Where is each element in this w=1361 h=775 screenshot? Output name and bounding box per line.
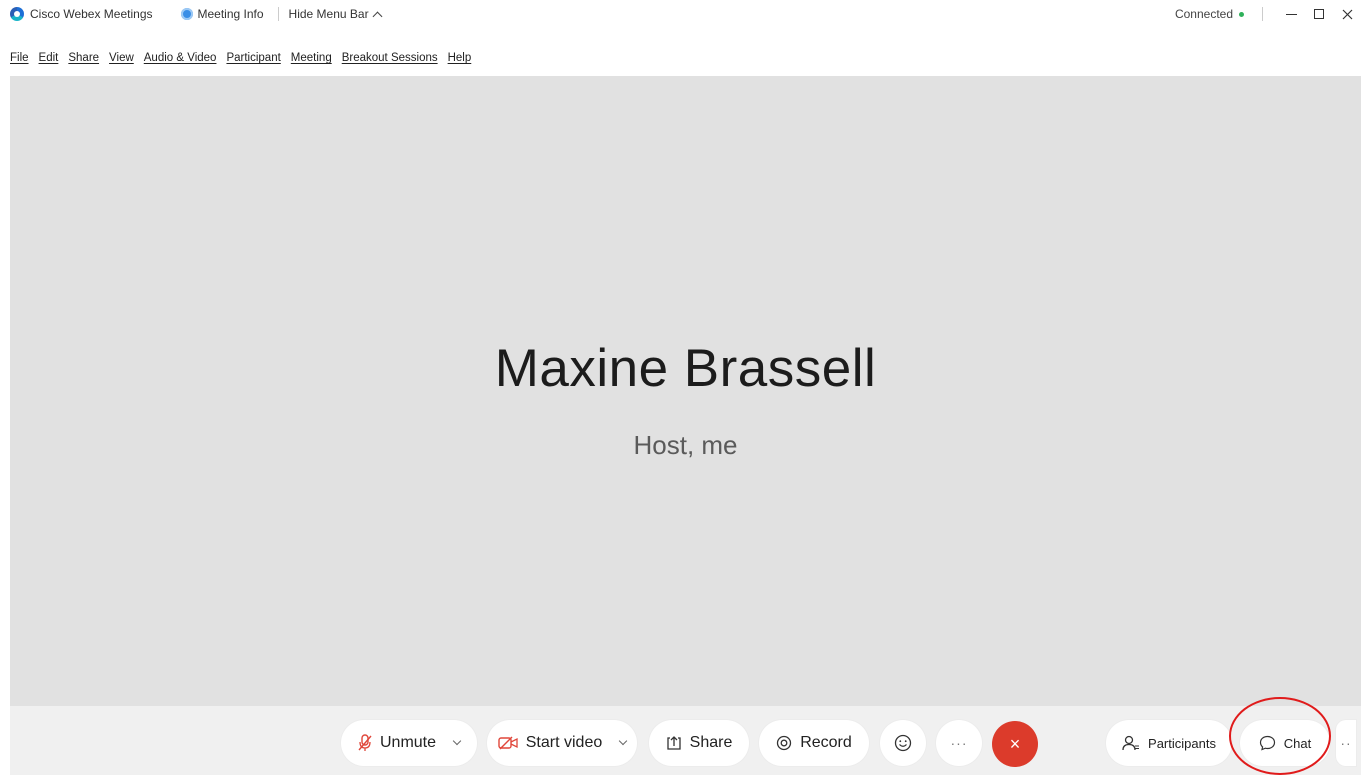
record-label: Record: [800, 734, 852, 751]
status-dot-icon: [1239, 11, 1244, 17]
close-icon: [1342, 9, 1352, 19]
meeting-control-bar: Unmute Start video Share Record ··· × Pa…: [10, 706, 1361, 775]
close-window-button[interactable]: [1333, 0, 1361, 28]
minimize-button[interactable]: [1277, 0, 1305, 28]
end-call-icon: ×: [1009, 733, 1021, 754]
mic-muted-icon: [358, 734, 372, 751]
connection-status: Connected: [1175, 7, 1244, 21]
participant-name: Maxine Brassell: [494, 339, 877, 398]
menu-view[interactable]: View: [104, 52, 139, 64]
participants-label: Participants: [1148, 735, 1216, 751]
menu-meeting[interactable]: Meeting: [286, 52, 337, 64]
menu-breakout-sessions[interactable]: Breakout Sessions: [337, 52, 443, 64]
chat-button[interactable]: Chat: [1240, 720, 1330, 766]
share-label: Share: [689, 734, 733, 751]
share-button[interactable]: Share: [649, 720, 749, 766]
caret-up-icon: [372, 11, 383, 21]
chat-label: Chat: [1283, 735, 1312, 751]
overflow-icon: ··: [1340, 735, 1352, 751]
video-off-icon: [498, 736, 518, 750]
unmute-button[interactable]: Unmute: [341, 720, 477, 766]
meeting-info-label: Meeting Info: [197, 7, 264, 21]
participants-button[interactable]: Participants: [1106, 720, 1232, 766]
more-options-button[interactable]: ···: [936, 720, 982, 766]
info-icon: [180, 8, 193, 20]
smiley-icon: [894, 734, 912, 752]
titlebar-divider-right: [1262, 7, 1263, 21]
chevron-down-icon: [618, 736, 628, 746]
menu-audio-video[interactable]: Audio & Video: [139, 52, 222, 64]
participant-role: Host, me: [633, 430, 738, 460]
start-video-button[interactable]: Start video: [487, 720, 637, 766]
menu-share[interactable]: Share: [63, 52, 104, 64]
record-button[interactable]: Record: [759, 720, 869, 766]
title-bar: Cisco Webex Meetings Meeting Info Hide M…: [0, 0, 1361, 28]
app-title-text: Cisco Webex Meetings: [30, 7, 153, 21]
connection-status-label: Connected: [1174, 7, 1233, 21]
start-video-label: Start video: [525, 734, 603, 751]
maximize-icon: [1314, 9, 1324, 19]
minimize-icon: [1285, 13, 1297, 15]
reactions-button[interactable]: [880, 720, 926, 766]
unmute-label: Unmute: [379, 734, 437, 751]
share-icon: [666, 736, 681, 750]
chat-bubble-icon: [1259, 735, 1275, 751]
titlebar-divider: [277, 7, 279, 21]
webex-logo-icon: [10, 7, 24, 21]
meeting-info-button[interactable]: Meeting Info: [180, 7, 264, 21]
menu-participant[interactable]: Participant: [221, 52, 285, 64]
participants-icon: [1122, 735, 1140, 751]
more-icon: ···: [950, 735, 968, 751]
video-stage: Maxine Brassell Host, me: [10, 76, 1361, 706]
chevron-down-icon: [452, 736, 462, 746]
menu-file[interactable]: File: [5, 52, 34, 64]
menu-bar: File Edit Share View Audio & Video Parti…: [0, 48, 476, 68]
menu-help[interactable]: Help: [443, 52, 477, 64]
overflow-button[interactable]: ··: [1336, 720, 1356, 766]
maximize-button[interactable]: [1305, 0, 1333, 28]
menu-edit[interactable]: Edit: [34, 52, 64, 64]
titlebar-right: Connected: [1175, 0, 1361, 28]
record-icon: [777, 735, 792, 751]
app-title: Cisco Webex Meetings: [10, 7, 153, 21]
end-meeting-button[interactable]: ×: [992, 721, 1038, 767]
hide-menu-bar-button[interactable]: Hide Menu Bar: [288, 7, 383, 21]
hide-menu-bar-label: Hide Menu Bar: [288, 7, 369, 21]
